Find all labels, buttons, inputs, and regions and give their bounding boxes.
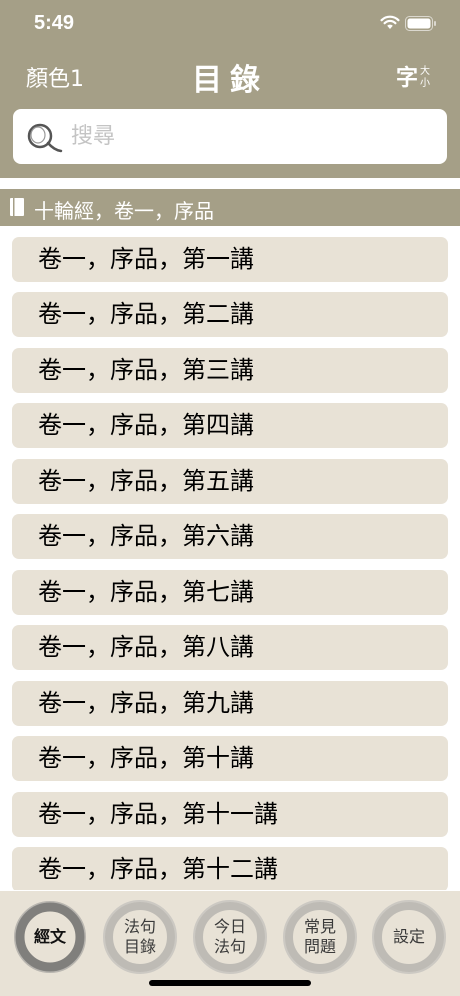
list-item[interactable]: 卷一，序品，第十講 <box>12 736 448 781</box>
navigation-bar: 顏色1 目錄 字 大 小 <box>0 50 460 100</box>
tab-settings[interactable]: 設定 <box>370 898 448 976</box>
tab-verse-index[interactable]: 法句 目錄 <box>101 898 179 976</box>
home-indicator[interactable] <box>149 980 311 986</box>
page-title: 目錄 <box>192 63 268 98</box>
tab-scripture[interactable]: 經文 <box>11 898 89 976</box>
status-bar: 5:49 <box>0 0 460 50</box>
font-size-button[interactable]: 字 大 小 <box>396 60 436 91</box>
wifi-icon <box>380 15 400 29</box>
battery-icon <box>405 16 436 31</box>
list-item[interactable]: 卷一，序品，第七講 <box>12 570 448 615</box>
chapter-list: 卷一，序品，第一講 卷一，序品，第二講 卷一，序品，第三講 卷一，序品，第四講 … <box>0 230 460 890</box>
book-icon <box>10 198 24 216</box>
search-input[interactable] <box>71 109 431 164</box>
search-icon <box>27 123 63 153</box>
tab-daily-verse-label: 今日 法句 <box>213 917 246 956</box>
search-bar[interactable] <box>13 109 447 164</box>
tab-daily-verse[interactable]: 今日 法句 <box>191 898 269 976</box>
list-item[interactable]: 卷一，序品，第一講 <box>12 237 448 282</box>
list-item[interactable]: 卷一，序品，第四講 <box>12 403 448 448</box>
list-item[interactable]: 卷一，序品，第八講 <box>12 625 448 670</box>
list-item[interactable]: 卷一，序品，第二講 <box>12 292 448 337</box>
list-item[interactable]: 卷一，序品，第六講 <box>12 514 448 559</box>
list-item[interactable]: 卷一，序品，第五講 <box>12 459 448 504</box>
tab-verse-index-label: 法句 目錄 <box>123 917 156 956</box>
tab-scripture-label: 經文 <box>33 927 66 946</box>
section-header: 十輪經，卷一，序品 <box>0 189 460 226</box>
tab-faq-label: 常見 問題 <box>303 917 336 956</box>
font-size-char: 字 <box>396 66 419 91</box>
header: 5:49 顏色1 目錄 字 大 小 <box>0 0 460 178</box>
list-item[interactable]: 卷一，序品，第十一講 <box>12 792 448 837</box>
tab-faq[interactable]: 常見 問題 <box>281 898 359 976</box>
list-item[interactable]: 卷一，序品，第九講 <box>12 681 448 726</box>
section-title: 十輪經，卷一，序品 <box>34 199 214 223</box>
font-size-small-label: 小 <box>420 78 430 89</box>
list-item[interactable]: 卷一，序品，第十二講 <box>12 847 448 890</box>
tab-settings-label: 設定 <box>392 927 425 946</box>
list-item[interactable]: 卷一，序品，第三講 <box>12 348 448 393</box>
status-time: 5:49 <box>34 12 75 34</box>
